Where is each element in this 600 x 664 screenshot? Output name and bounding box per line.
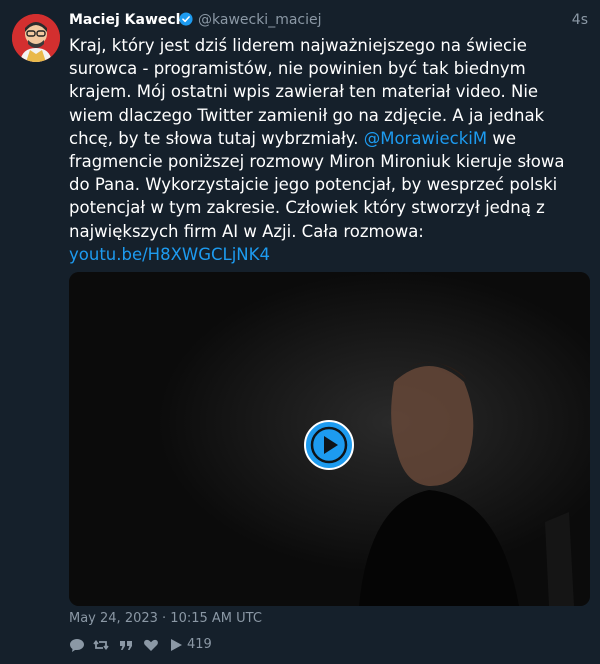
author-name[interactable]: Maciej Kawecki bbox=[69, 12, 190, 28]
tweet-text: Kraj, który jest dziś liderem najważniej… bbox=[69, 34, 584, 266]
views-count: 419 bbox=[187, 637, 212, 652]
retweet-icon[interactable] bbox=[93, 636, 109, 654]
tweet-date[interactable]: May 24, 2023 · 10:15 AM UTC bbox=[69, 611, 262, 626]
avatar-image bbox=[12, 14, 60, 62]
video-player[interactable] bbox=[69, 272, 590, 606]
like-icon[interactable] bbox=[143, 636, 159, 654]
views-play-icon bbox=[171, 639, 182, 651]
verified-badge-icon bbox=[179, 12, 193, 26]
youtube-link[interactable]: youtu.be/H8XWGCLjNK4 bbox=[69, 245, 270, 264]
video-play-icon bbox=[310, 426, 348, 464]
reply-icon[interactable] bbox=[69, 636, 85, 654]
tweet-header: Maciej Kawecki @kawecki_maciej 4s bbox=[69, 10, 588, 32]
video-play-button[interactable] bbox=[304, 420, 354, 470]
tweet-timestamp[interactable]: 4s bbox=[572, 12, 588, 28]
avatar[interactable] bbox=[12, 14, 60, 62]
mention-link[interactable]: @MorawieckiM bbox=[364, 129, 487, 148]
author-handle[interactable]: @kawecki_maciej bbox=[198, 12, 322, 28]
quote-icon[interactable] bbox=[118, 636, 134, 654]
